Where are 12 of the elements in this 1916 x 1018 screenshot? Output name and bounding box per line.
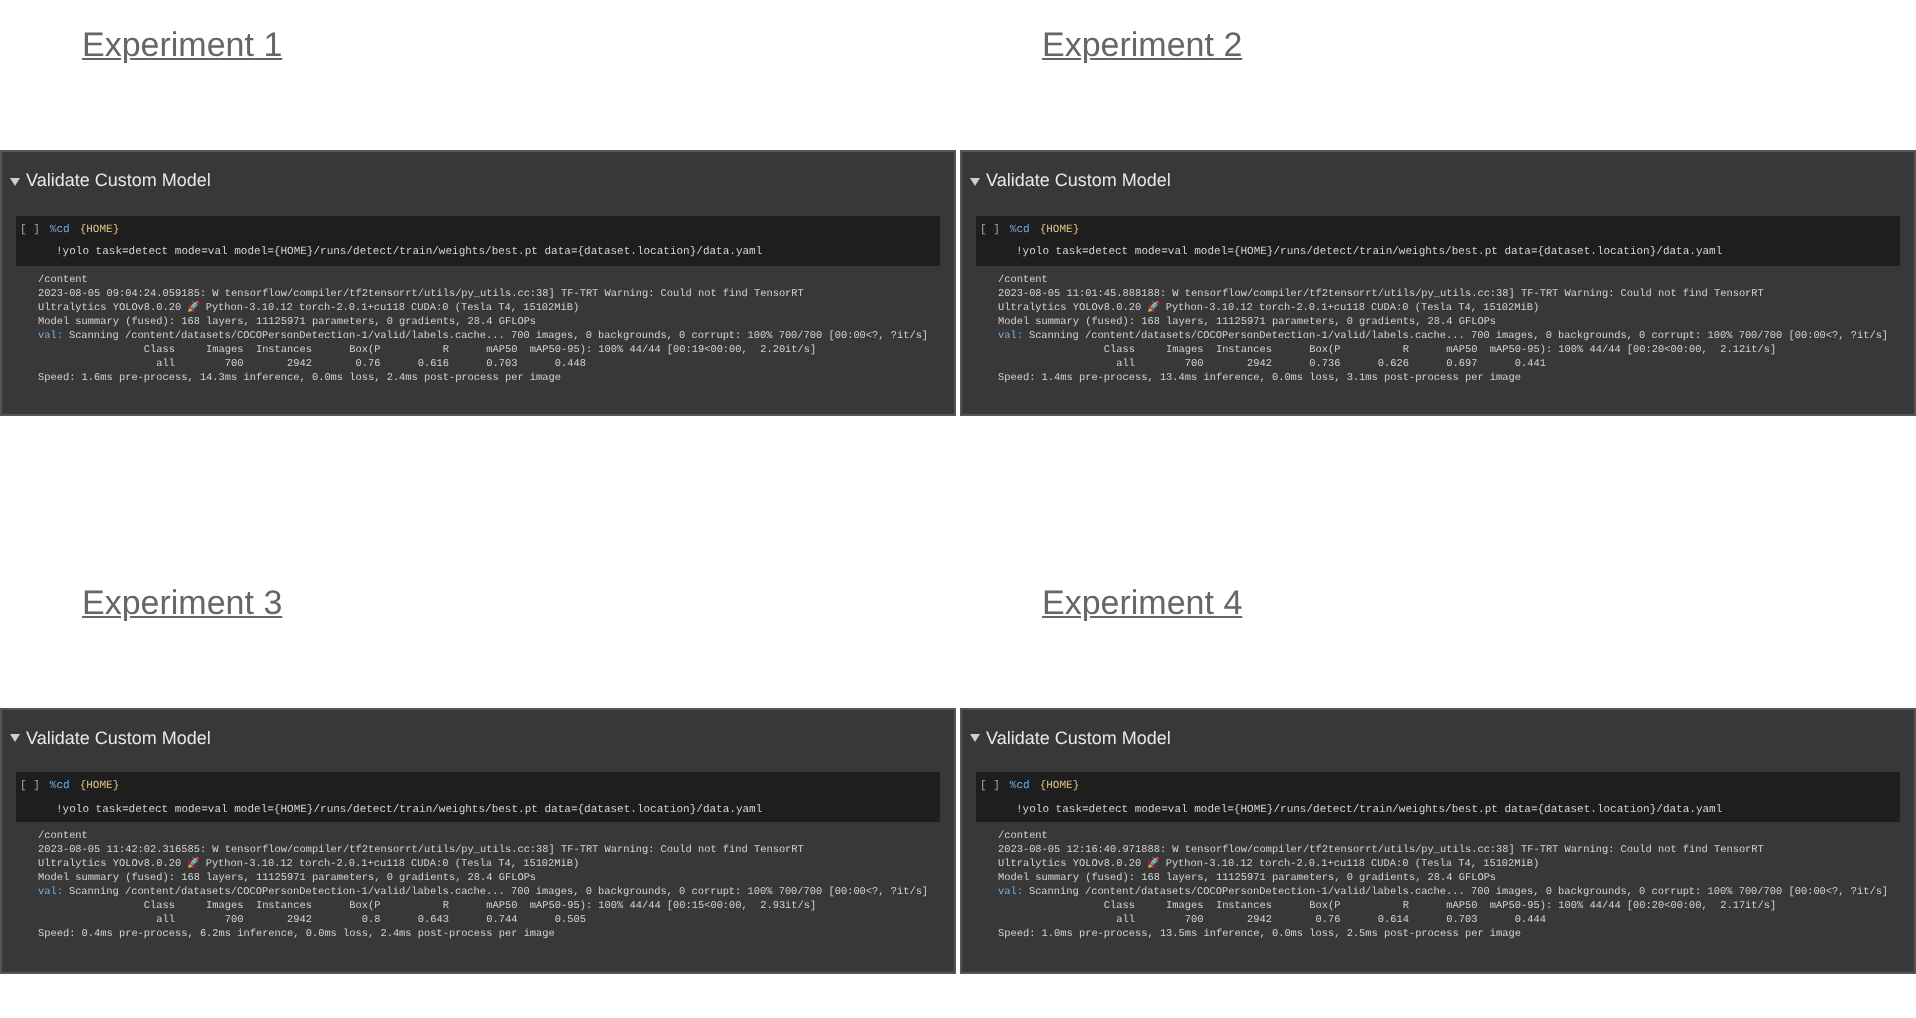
experiment-title: Experiment 1 (82, 24, 283, 67)
caret-icon[interactable] (10, 177, 20, 186)
section-title: Validate Custom Model (986, 168, 1171, 194)
experiment-title: Experiment 4 (1042, 581, 1243, 624)
experiment-title: Experiment 2 (1042, 24, 1243, 67)
caret-icon[interactable] (10, 734, 20, 743)
caret-icon[interactable] (970, 177, 980, 186)
experiment-title: Experiment 3 (82, 581, 283, 624)
section-title: Validate Custom Model (986, 725, 1171, 751)
caret-icon[interactable] (970, 734, 980, 743)
section-title: Validate Custom Model (26, 725, 211, 751)
section-title: Validate Custom Model (26, 168, 211, 194)
